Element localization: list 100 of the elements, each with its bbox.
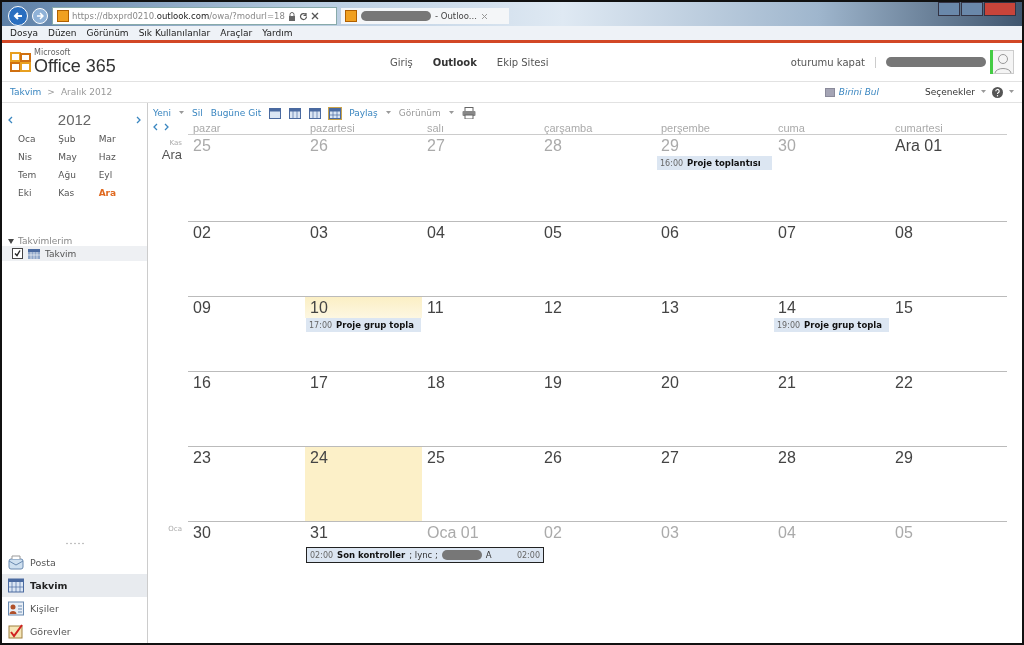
date-number: 25 — [192, 136, 212, 156]
day-cell[interactable]: perşembe 29 16:00 Proje toplantısı — [656, 123, 773, 221]
previous-chevron-icon[interactable] — [153, 123, 158, 131]
day-cell[interactable]: 07 — [773, 221, 890, 296]
close-icon — [480, 12, 488, 20]
event-item[interactable]: 02:00 Son kontroller ; lync ; A 02:00 — [306, 547, 544, 563]
calendar-view-icon[interactable] — [329, 107, 342, 119]
forward-button[interactable] — [32, 8, 48, 24]
day-cell[interactable]: 27 — [656, 446, 773, 521]
month-item[interactable]: Kas — [58, 188, 99, 198]
find-person-link[interactable]: Birini Bul — [824, 87, 880, 97]
back-button[interactable] — [8, 6, 28, 26]
new-button[interactable]: Yeni — [153, 108, 172, 118]
nav-link[interactable]: Outlook — [432, 56, 477, 68]
site-icon — [345, 10, 357, 22]
resize-handle-icon[interactable] — [64, 542, 85, 545]
print-icon[interactable] — [461, 107, 476, 119]
nav-item[interactable]: Görevler — [2, 620, 147, 643]
day-cell[interactable]: 06 — [656, 221, 773, 296]
event-title: Proje toplantısı — [687, 158, 761, 168]
date-number: 15 — [894, 298, 914, 318]
event-item[interactable]: 17:00 Proje grup topla — [306, 318, 421, 332]
month-item[interactable]: Tem — [18, 170, 59, 180]
month-item[interactable]: Mar — [98, 134, 139, 144]
share-button[interactable]: Paylaş — [349, 108, 378, 118]
day-cell[interactable]: 12 — [539, 296, 656, 371]
nav-item[interactable]: Posta — [2, 551, 147, 574]
options-menu[interactable]: Seçenekler — [925, 87, 975, 97]
calendar-view-icon[interactable] — [309, 107, 322, 119]
month-item[interactable]: Haz — [98, 152, 139, 162]
menu-item[interactable]: Düzen — [47, 28, 77, 38]
event-time: 17:00 — [309, 320, 333, 330]
month-item[interactable]: Ağu — [58, 170, 99, 180]
breadcrumb-link[interactable]: Takvim — [10, 87, 42, 97]
calendar-view-icon[interactable] — [289, 107, 302, 119]
minimize-button[interactable] — [938, 2, 960, 16]
day-cell[interactable]: 14 19:00 Proje grup topla — [773, 296, 890, 371]
event-title: Proje grup topla — [336, 320, 414, 330]
month-item[interactable]: May — [58, 152, 99, 162]
calendar-view-icon[interactable] — [269, 107, 282, 119]
day-cell[interactable]: cumartesi Ara 01 — [890, 123, 1007, 221]
day-cell[interactable]: 22 — [890, 371, 1007, 446]
menu-item[interactable]: Sık Kullanılanlar — [138, 28, 211, 38]
day-cell[interactable]: 30 — [188, 521, 305, 643]
month-item[interactable]: Nis — [18, 152, 59, 162]
browser-tab[interactable]: - Outloo... — [341, 8, 509, 24]
day-cell[interactable]: 19 — [539, 371, 656, 446]
day-cell[interactable]: 13 — [656, 296, 773, 371]
sign-out-link[interactable]: oturumu kapat — [790, 56, 876, 68]
menu-item[interactable]: Araçlar — [220, 28, 253, 38]
office-logo-icon — [10, 52, 32, 72]
menu-item[interactable]: Dosya — [10, 28, 38, 38]
address-bar[interactable]: https://dbxprd0210.outlook.com/owa/?modurl=18 — [52, 7, 337, 25]
date-number: 08 — [894, 223, 914, 243]
month-item[interactable]: Şub — [58, 134, 99, 144]
delete-button[interactable]: Sil — [192, 108, 203, 118]
close-button[interactable] — [984, 2, 1016, 16]
month-item[interactable]: Eyl — [98, 170, 139, 180]
day-cell[interactable]: 03 — [305, 221, 422, 296]
next-chevron-icon[interactable] — [136, 115, 141, 124]
go-to-today-button[interactable]: Bugüne Git — [210, 108, 262, 118]
day-cell[interactable]: 05 — [539, 221, 656, 296]
restore-button[interactable] — [961, 2, 983, 16]
day-cell[interactable]: 02 — [188, 221, 305, 296]
redaction-bar — [441, 550, 482, 560]
day-cell[interactable]: 28 — [773, 446, 890, 521]
close-icon — [310, 12, 319, 20]
previous-chevron-icon[interactable] — [8, 115, 13, 124]
next-chevron-icon[interactable] — [164, 123, 169, 131]
menu-item[interactable]: Yardım — [262, 28, 293, 38]
day-cell[interactable]: 29 — [890, 446, 1007, 521]
day-cell[interactable]: 04 — [422, 221, 539, 296]
caret-icon — [448, 111, 454, 115]
day-cell[interactable]: 21 — [773, 371, 890, 446]
day-cell[interactable]: 18 — [422, 371, 539, 446]
today-cell[interactable]: 24 — [305, 446, 422, 521]
nav-item[interactable]: Kişiler — [2, 597, 147, 620]
calendar-item[interactable]: Takvim — [2, 246, 147, 261]
month-item[interactable]: Oca — [18, 134, 59, 144]
month-item[interactable]: Eki — [18, 188, 59, 198]
menu-item[interactable]: Görünüm — [86, 28, 129, 38]
event-item[interactable]: 19:00 Proje grup topla — [774, 318, 889, 332]
day-cell[interactable]: 11 — [422, 296, 539, 371]
day-cell[interactable]: 08 — [890, 221, 1007, 296]
day-cell[interactable]: 10 17:00 Proje grup topla — [305, 296, 422, 371]
day-cell[interactable]: 25 — [422, 446, 539, 521]
nav-item[interactable]: Takvim — [2, 574, 147, 597]
day-cell[interactable]: 20 — [656, 371, 773, 446]
nav-link[interactable]: Ekip Sitesi — [496, 56, 549, 68]
day-cell[interactable]: 26 — [539, 446, 656, 521]
date-number: 12 — [543, 298, 563, 318]
mail-icon — [8, 555, 24, 570]
date-number: 11 — [426, 298, 445, 318]
date-number: 22 — [894, 373, 914, 393]
event-item[interactable]: 16:00 Proje toplantısı — [657, 156, 772, 170]
day-cell[interactable]: 16 — [188, 371, 305, 446]
nav-link[interactable]: Giriş — [390, 56, 413, 68]
day-cell[interactable]: 15 — [890, 296, 1007, 371]
caret-icon — [385, 111, 391, 115]
checkbox[interactable] — [12, 248, 23, 259]
